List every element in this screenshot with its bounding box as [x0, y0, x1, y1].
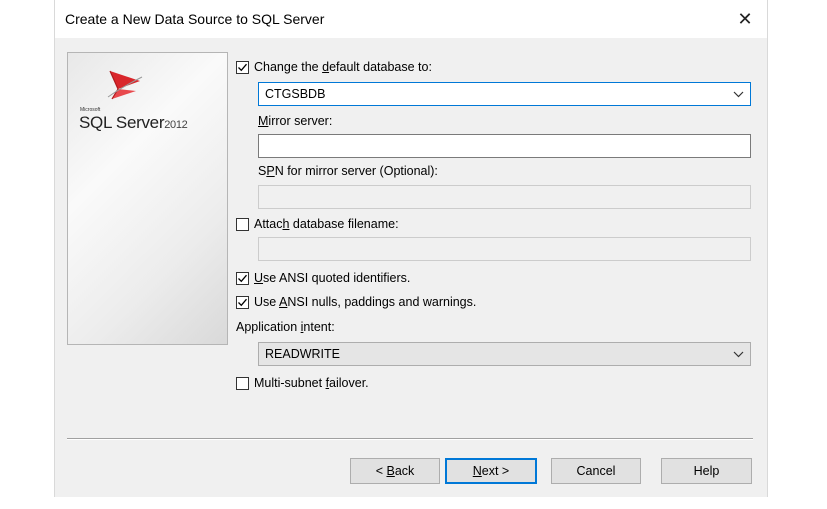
- default-database-value: CTGSBDB: [265, 87, 326, 101]
- brand-panel: Microsoft SQL Server2012: [67, 52, 228, 345]
- multisubnet-label: Multi-subnet failover.: [254, 376, 369, 390]
- back-button[interactable]: < Back: [350, 458, 440, 484]
- mirror-server-input[interactable]: [258, 134, 751, 158]
- multisubnet-checkbox[interactable]: [236, 377, 249, 390]
- close-icon[interactable]: ✕: [729, 4, 761, 34]
- spn-input[interactable]: [258, 185, 751, 209]
- ansi-nulls-label: Use ANSI nulls, paddings and warnings.: [254, 295, 477, 309]
- chevron-down-icon: [733, 83, 744, 113]
- help-button[interactable]: Help: [661, 458, 752, 484]
- change-default-db-checkbox[interactable]: [236, 61, 249, 74]
- ansi-quoted-checkbox[interactable]: [236, 272, 249, 285]
- ansi-nulls-checkbox[interactable]: [236, 296, 249, 309]
- default-database-select[interactable]: CTGSBDB: [258, 82, 751, 106]
- change-default-db-label: Change the default database to:: [254, 60, 432, 74]
- product-label: SQL Server: [79, 113, 165, 132]
- spn-label: SPN for mirror server (Optional):: [258, 164, 438, 178]
- app-intent-select[interactable]: READWRITE: [258, 342, 751, 366]
- checkmark-icon: [238, 274, 247, 283]
- attach-db-label: Attach database filename:: [254, 217, 399, 231]
- product-name: SQL Server2012: [79, 113, 188, 133]
- sql-server-logo-icon: [107, 70, 143, 100]
- chevron-down-icon: [733, 343, 744, 373]
- title-bar: Create a New Data Source to SQL Server ✕: [55, 0, 767, 38]
- footer-separator: [67, 438, 753, 440]
- app-intent-value: READWRITE: [265, 347, 340, 361]
- dialog-title: Create a New Data Source to SQL Server: [65, 11, 325, 27]
- ansi-quoted-label: Use ANSI quoted identifiers.: [254, 271, 411, 285]
- next-button[interactable]: Next >: [445, 458, 537, 484]
- checkmark-icon: [238, 63, 247, 72]
- product-version: 2012: [164, 119, 188, 131]
- app-intent-label: Application intent:: [236, 320, 335, 334]
- dialog-window: Create a New Data Source to SQL Server ✕…: [54, 0, 768, 497]
- cancel-button[interactable]: Cancel: [551, 458, 641, 484]
- checkmark-icon: [238, 298, 247, 307]
- attach-db-checkbox[interactable]: [236, 218, 249, 231]
- mirror-server-label: Mirror server:: [258, 114, 333, 128]
- attach-db-input[interactable]: [258, 237, 751, 261]
